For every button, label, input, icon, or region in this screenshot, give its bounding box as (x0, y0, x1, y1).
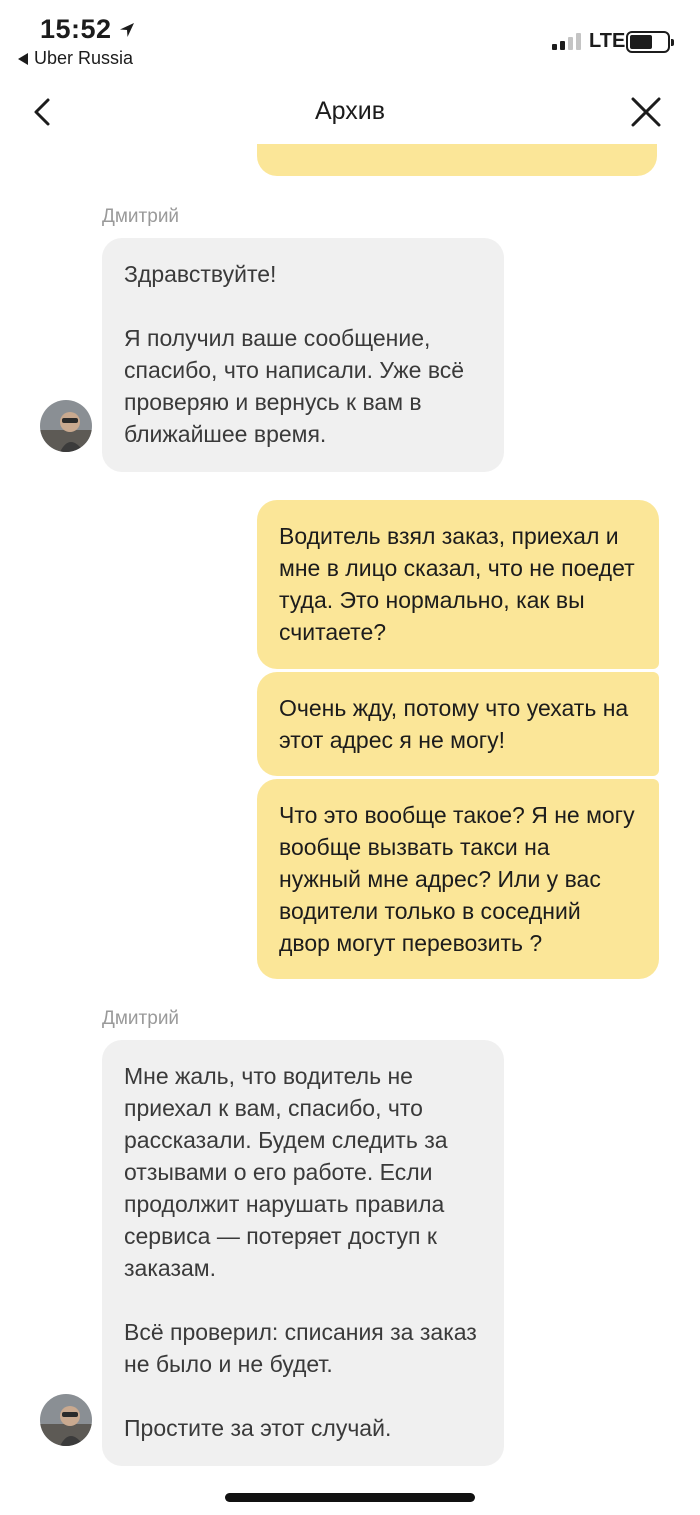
previous-outgoing-bubble (257, 144, 657, 176)
battery-icon (626, 31, 674, 53)
close-icon[interactable] (630, 96, 662, 128)
sender-name: Дмитрий (102, 206, 180, 227)
time-text: 15:52 (40, 14, 112, 44)
location-arrow-icon (119, 22, 134, 37)
avatar (40, 400, 92, 452)
back-to-app-link[interactable]: Uber Russia (18, 48, 133, 69)
back-triangle-icon (18, 52, 28, 65)
chat-screen: 15:52 Uber Russia LTE Архив Дмитрий Здра… (0, 0, 700, 1515)
back-app-label: Uber Russia (34, 48, 134, 68)
outgoing-message: Водитель взял заказ, приехал и мне в лиц… (257, 500, 659, 669)
avatar (40, 1394, 92, 1446)
outgoing-message: Очень жду, потому что уехать на этот адр… (257, 672, 659, 776)
page-title: Архив (314, 97, 386, 125)
nav-bar: Архив (0, 80, 700, 144)
cellular-signal-icon (552, 32, 581, 50)
incoming-message: Здравствуйте! Я получил ваше сообщение, … (102, 238, 504, 472)
home-indicator[interactable] (225, 1493, 475, 1502)
network-type: LTE (589, 30, 626, 52)
status-bar: 15:52 Uber Russia LTE (0, 0, 700, 80)
incoming-message: Мне жаль, что водитель не приехал к вам,… (102, 1040, 504, 1466)
status-time: 15:52 (40, 14, 136, 45)
message-list[interactable]: Дмитрий Здравствуйте! Я получил ваше соо… (0, 144, 700, 1484)
outgoing-message: Что это вообще такое? Я не могу вообще в… (257, 779, 659, 979)
sender-name: Дмитрий (102, 1008, 180, 1029)
